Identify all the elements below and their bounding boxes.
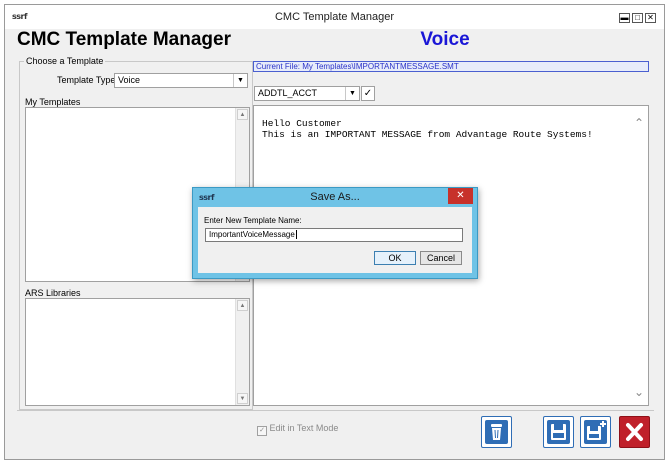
close-button[interactable]	[619, 416, 650, 448]
minimize-button[interactable]: ▬	[619, 13, 630, 23]
scroll-up-icon[interactable]: ▲	[237, 109, 248, 120]
cancel-button[interactable]: Cancel	[420, 251, 462, 265]
save-as-new-button[interactable]	[580, 416, 611, 448]
chevron-down-icon[interactable]: ▼	[233, 74, 247, 87]
app-header-title: CMC Template Manager	[17, 29, 231, 50]
dialog-body: Enter New Template Name: ImportantVoiceM…	[198, 207, 472, 273]
save-icon	[547, 420, 570, 444]
dialog-close-button[interactable]: ✕	[448, 188, 473, 204]
ars-libraries-list[interactable]: ▲ ▼	[25, 298, 250, 406]
window-title: CMC Template Manager	[274, 11, 394, 23]
template-type-value: Voice	[118, 75, 141, 85]
my-templates-label: My Templates	[25, 97, 81, 107]
scroll-up-icon[interactable]: ▲	[237, 300, 248, 311]
choose-template-label: Choose a Template	[24, 56, 106, 66]
ars-libraries-scrollbar[interactable]: ▲ ▼	[235, 299, 249, 405]
checkbox-check-icon: ✓	[257, 426, 267, 436]
ok-button[interactable]: OK	[374, 251, 416, 265]
dialog-title: Save As...	[310, 191, 360, 203]
scroll-up-icon[interactable]: ⌃	[634, 116, 644, 130]
save-new-icon	[584, 420, 607, 444]
maximize-button[interactable]: □	[632, 13, 643, 23]
title-bar[interactable]: ssrf CMC Template Manager ▬ □ ✕	[5, 5, 664, 29]
editor-text: Hello Customer This is an IMPORTANT MESS…	[262, 118, 593, 140]
close-window-button[interactable]: ✕	[645, 13, 656, 23]
template-name-value: ImportantVoiceMessage	[209, 230, 295, 239]
current-file-bar: Current File: My Templates\IMPORTANTMESS…	[253, 61, 649, 72]
trash-icon	[485, 420, 508, 444]
field-select[interactable]: ADDTL_ACCT ▼	[254, 86, 360, 101]
apply-field-button[interactable]: ✓	[361, 86, 375, 101]
template-type-select[interactable]: Voice ▼	[114, 73, 248, 88]
edit-text-mode-label: Edit in Text Mode	[269, 423, 339, 433]
template-type-label: Template Type	[57, 75, 116, 85]
scroll-down-icon[interactable]: ⌄	[634, 385, 644, 399]
text-cursor	[295, 230, 297, 239]
chevron-down-icon[interactable]: ▼	[345, 87, 359, 100]
template-name-prompt: Enter New Template Name:	[204, 216, 302, 225]
save-button[interactable]	[543, 416, 574, 448]
ars-libraries-label: ARS Libraries	[25, 288, 81, 298]
edit-text-mode-checkbox[interactable]: ✓ Edit in Text Mode	[257, 423, 338, 436]
save-as-dialog: ssrf Save As... ✕ Enter New Template Nam…	[192, 187, 478, 279]
scroll-down-icon[interactable]: ▼	[237, 393, 248, 404]
close-icon	[626, 423, 643, 441]
field-select-value: ADDTL_ACCT	[258, 88, 318, 98]
template-name-input[interactable]: ImportantVoiceMessage	[205, 228, 463, 242]
mode-label: Voice	[420, 29, 470, 50]
delete-template-button[interactable]	[481, 416, 512, 448]
bottom-divider	[17, 410, 654, 411]
